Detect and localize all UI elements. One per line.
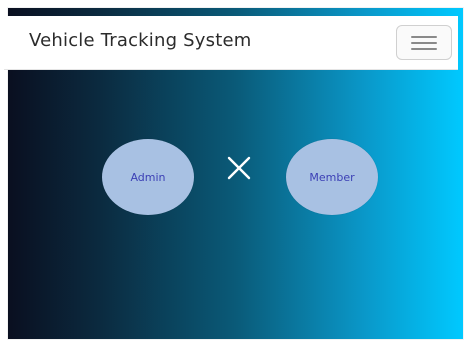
hamburger-menu-icon: [411, 48, 437, 50]
member-button-label: Member: [309, 170, 355, 184]
member-button[interactable]: Member: [286, 139, 378, 215]
hamburger-menu-icon: [411, 36, 437, 38]
navbar: Vehicle Tracking System: [4, 16, 458, 70]
admin-button-label: Admin: [130, 170, 166, 184]
hamburger-menu-icon: [411, 42, 437, 44]
brand-title[interactable]: Vehicle Tracking System: [29, 30, 251, 51]
menu-toggle-button[interactable]: [396, 25, 452, 60]
close-x-icon: [227, 156, 251, 180]
admin-button[interactable]: Admin: [102, 139, 194, 215]
